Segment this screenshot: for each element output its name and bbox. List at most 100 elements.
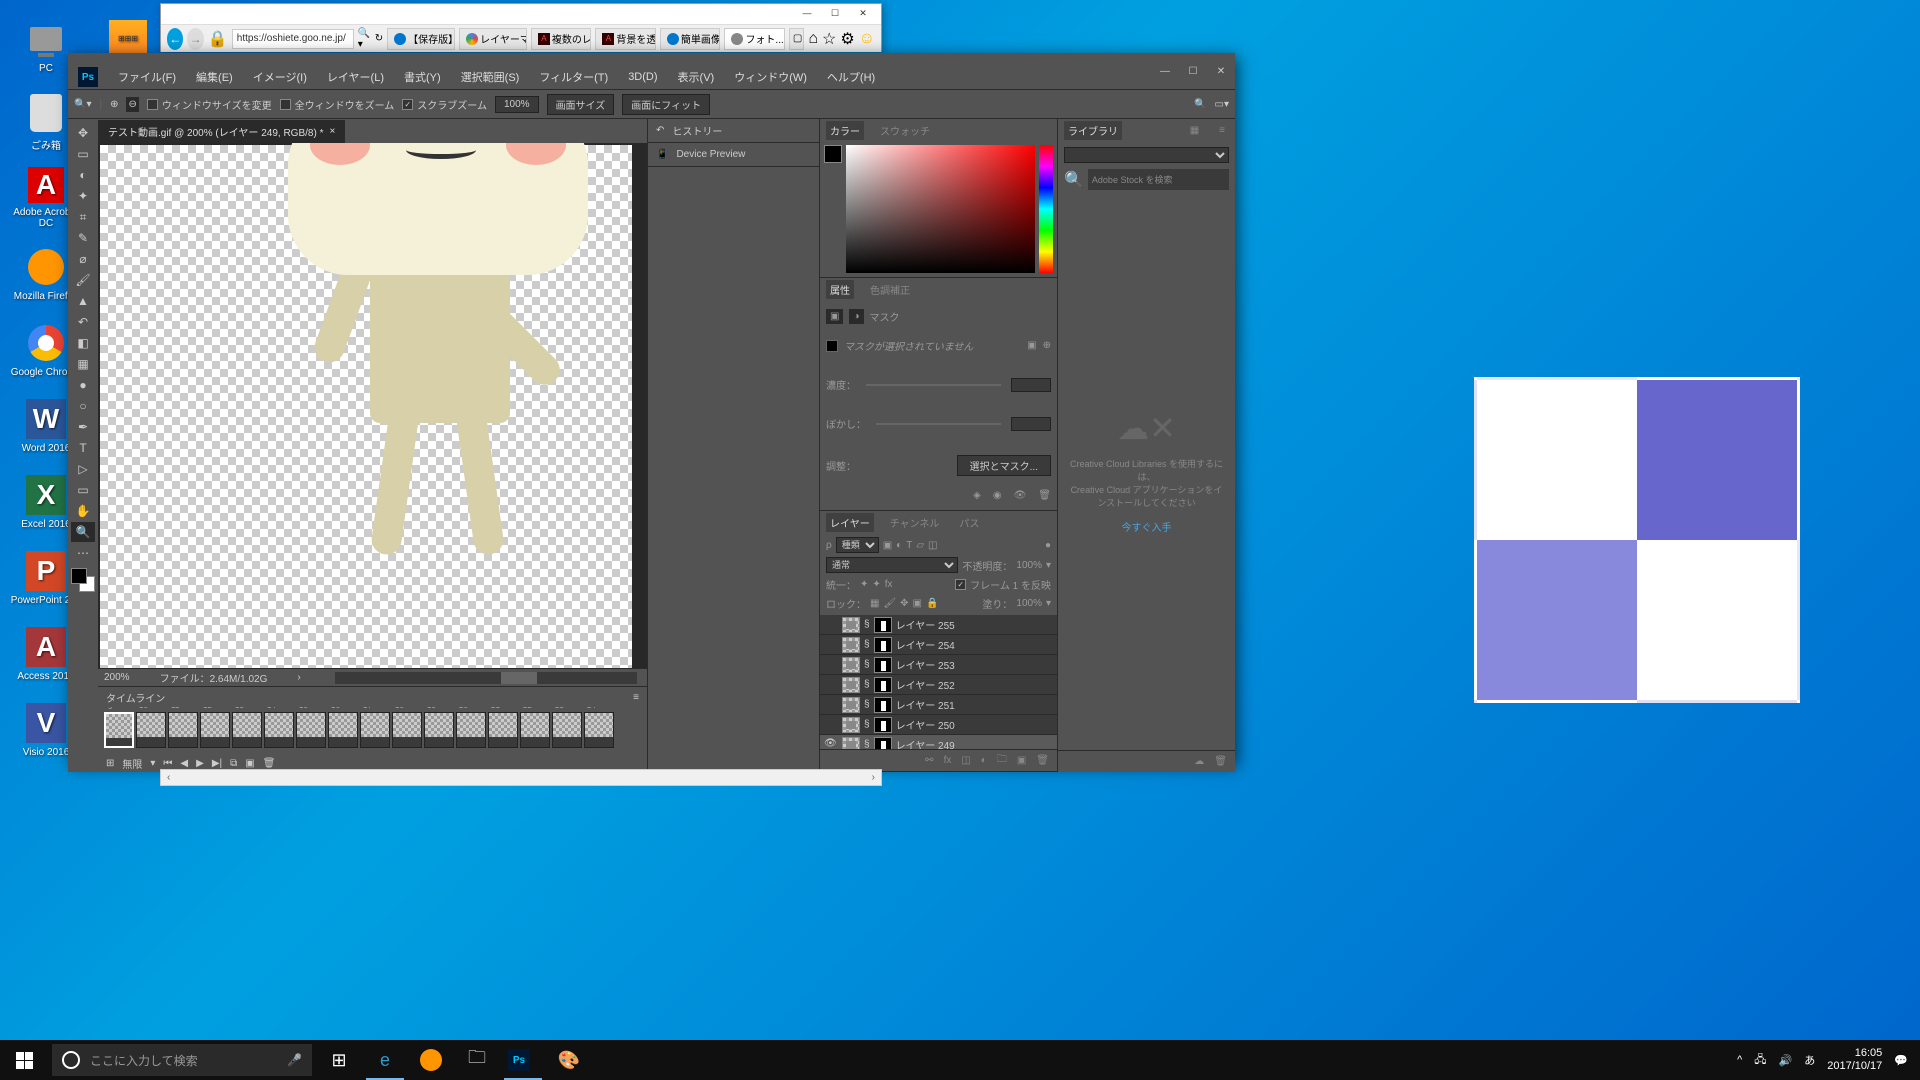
ie-back-button[interactable]: ← xyxy=(167,28,183,50)
taskbar-search[interactable]: ここに入力して検索🎤 xyxy=(52,1044,312,1076)
tool-gradient[interactable]: ▦ xyxy=(71,354,95,374)
ie-new-tab[interactable]: ▢ xyxy=(789,28,804,50)
feather-input[interactable] xyxy=(1011,417,1051,431)
mask-icon-2[interactable]: ⊕ xyxy=(1043,340,1051,351)
opacity-value[interactable]: 100% xyxy=(1016,560,1042,571)
ie-tab-3[interactable]: A複数のレ... xyxy=(531,28,592,50)
tool-brush[interactable]: 🖌 xyxy=(71,270,95,290)
filter-adjust-icon[interactable]: ◐ xyxy=(896,540,902,551)
visibility-icon[interactable] xyxy=(824,698,838,712)
tl-trash-icon[interactable]: 🗑 xyxy=(263,758,276,769)
ie-tab-2[interactable]: レイヤーマ... xyxy=(459,28,527,50)
mask-icon-1[interactable]: ▣ xyxy=(1027,340,1036,351)
ie-tab-1[interactable]: 【保存版】... xyxy=(387,28,455,50)
layer-row[interactable]: §レイヤー 252 xyxy=(820,675,1057,695)
layer-row[interactable]: §レイヤー 255 xyxy=(820,615,1057,635)
layer-row[interactable]: §レイヤー 250 xyxy=(820,715,1057,735)
color-swatch[interactable] xyxy=(71,568,95,592)
tool-lasso[interactable]: ◐ xyxy=(71,165,95,185)
ie-minimize[interactable]: — xyxy=(793,4,821,22)
menu-layer[interactable]: レイヤー(L) xyxy=(319,65,392,89)
tl-new-icon[interactable]: ▣ xyxy=(245,758,254,769)
timeline-frame[interactable]: 20 xyxy=(456,712,486,748)
delete-layer-icon[interactable]: 🗑 xyxy=(1036,755,1049,766)
tl-first-icon[interactable]: ⏮ xyxy=(163,758,172,769)
refresh-icon[interactable]: ↻ xyxy=(375,33,383,44)
filter-toggle[interactable]: ● xyxy=(1045,540,1051,551)
list-view-icon[interactable]: ≡ xyxy=(1215,123,1229,138)
timeline-frame[interactable]: 21 xyxy=(488,712,518,748)
mic-icon[interactable]: 🎤 xyxy=(287,1053,302,1067)
tl-loop[interactable]: 無限 xyxy=(122,756,142,771)
favorites-icon[interactable]: ☆ xyxy=(822,29,836,49)
tl-next-icon[interactable]: ▶| xyxy=(212,758,222,769)
lock-pos-icon[interactable]: ✥ xyxy=(900,598,908,609)
ie-tab-6[interactable]: フォト...× xyxy=(724,28,784,50)
visibility-icon[interactable] xyxy=(824,678,838,692)
propagate-frame1[interactable]: ✓フレーム 1 を反映 xyxy=(955,577,1051,592)
menu-select[interactable]: 選択範囲(S) xyxy=(453,65,528,89)
tray-notifications-icon[interactable]: 💬 xyxy=(1894,1054,1908,1067)
tool-eyedropper[interactable]: ✎ xyxy=(71,228,95,248)
taskbar-ie[interactable]: e xyxy=(362,1040,408,1080)
tool-crop[interactable]: ⌗ xyxy=(71,207,95,227)
blend-mode[interactable]: 通常 xyxy=(826,557,958,573)
tool-history-brush[interactable]: ↶ xyxy=(71,312,95,332)
status-zoom[interactable]: 200% xyxy=(104,672,130,683)
library-search[interactable]: Adobe Stock を検索 xyxy=(1088,169,1229,190)
visibility-icon[interactable] xyxy=(824,618,838,632)
timeline-frame[interactable]: 18 xyxy=(392,712,422,748)
paths-tab[interactable]: パス xyxy=(955,513,983,532)
visibility-icon[interactable]: 👁 xyxy=(824,738,838,750)
tool-shape[interactable]: ▭ xyxy=(71,480,95,500)
val-shape-icon[interactable]: ▱ xyxy=(916,540,924,551)
tool-path[interactable]: ▷ xyxy=(71,459,95,479)
document-tab[interactable]: テスト動画.gif @ 200% (レイヤー 249, RGB/8) *× xyxy=(98,120,345,143)
library-select[interactable] xyxy=(1064,147,1229,163)
timeline-frame[interactable]: 9 xyxy=(104,712,134,748)
lock-trans-icon[interactable]: ▦ xyxy=(870,598,879,609)
tray-ime[interactable]: あ xyxy=(1804,1052,1815,1068)
timeline-frame[interactable]: 16 xyxy=(328,712,358,748)
tool-blur[interactable]: ● xyxy=(71,375,95,395)
select-and-mask-button[interactable]: 選択とマスク... xyxy=(957,455,1051,476)
props-trash-icon[interactable]: 🗑 xyxy=(1038,490,1051,501)
timeline-frame[interactable]: 12 xyxy=(200,712,230,748)
group-icon[interactable]: 🗀 xyxy=(997,752,1007,769)
ie-horizontal-scrollbar[interactable]: ‹› xyxy=(160,769,882,786)
layer-filter-kind[interactable]: 種類 xyxy=(836,537,879,553)
channels-tab[interactable]: チャンネル xyxy=(886,513,944,532)
visibility-icon[interactable] xyxy=(824,658,838,672)
library-cta[interactable]: 今すぐ入手 xyxy=(1122,519,1172,534)
history-panel-tab[interactable]: ↶ヒストリー xyxy=(648,119,819,143)
zoom-tool-icon[interactable]: 🔍▾ xyxy=(74,99,91,110)
menu-help[interactable]: ヘルプ(H) xyxy=(819,65,883,89)
device-preview-tab[interactable]: 📱Device Preview xyxy=(648,143,819,167)
menu-type[interactable]: 書式(Y) xyxy=(396,65,449,89)
tool-stamp[interactable]: ▲ xyxy=(71,291,95,311)
zoom-in-icon[interactable]: ⊕ xyxy=(110,99,118,110)
tool-dodge[interactable]: ○ xyxy=(71,396,95,416)
ie-address-bar[interactable]: https://oshiete.goo.ne.jp/ xyxy=(232,29,354,49)
tray-chevron-icon[interactable]: ^ xyxy=(1737,1054,1742,1066)
new-layer-icon[interactable]: ▣ xyxy=(1017,755,1026,766)
ie-forward-button[interactable]: → xyxy=(187,28,203,50)
lib-trash-icon[interactable]: 🗑 xyxy=(1214,756,1227,767)
mask-add-icon[interactable]: ◫ xyxy=(961,755,970,766)
timeline-frame[interactable]: 13 xyxy=(232,712,262,748)
lock-all-icon[interactable]: 🔒 xyxy=(926,598,938,609)
ie-maximize[interactable]: ☐ xyxy=(821,4,849,22)
adjustment-icon[interactable]: ◐ xyxy=(981,755,987,766)
color-picker[interactable] xyxy=(820,141,1057,277)
ie-close[interactable]: ✕ xyxy=(849,4,877,22)
props-icon-1[interactable]: ◈ xyxy=(973,490,981,501)
opt-zoom-all[interactable]: 全ウィンドウをズーム xyxy=(280,97,395,112)
timeline-frame[interactable]: 11 xyxy=(168,712,198,748)
fx-icon[interactable]: fx xyxy=(944,755,952,766)
taskbar-photoshop[interactable]: Ps xyxy=(500,1040,546,1080)
tool-edit-toolbar[interactable]: ⋯ xyxy=(71,543,95,563)
unify-vis-icon[interactable]: ✦ xyxy=(872,579,880,590)
unify-style-icon[interactable]: fx xyxy=(885,579,893,590)
layer-row[interactable]: §レイヤー 251 xyxy=(820,695,1057,715)
menu-file[interactable]: ファイル(F) xyxy=(110,65,184,89)
